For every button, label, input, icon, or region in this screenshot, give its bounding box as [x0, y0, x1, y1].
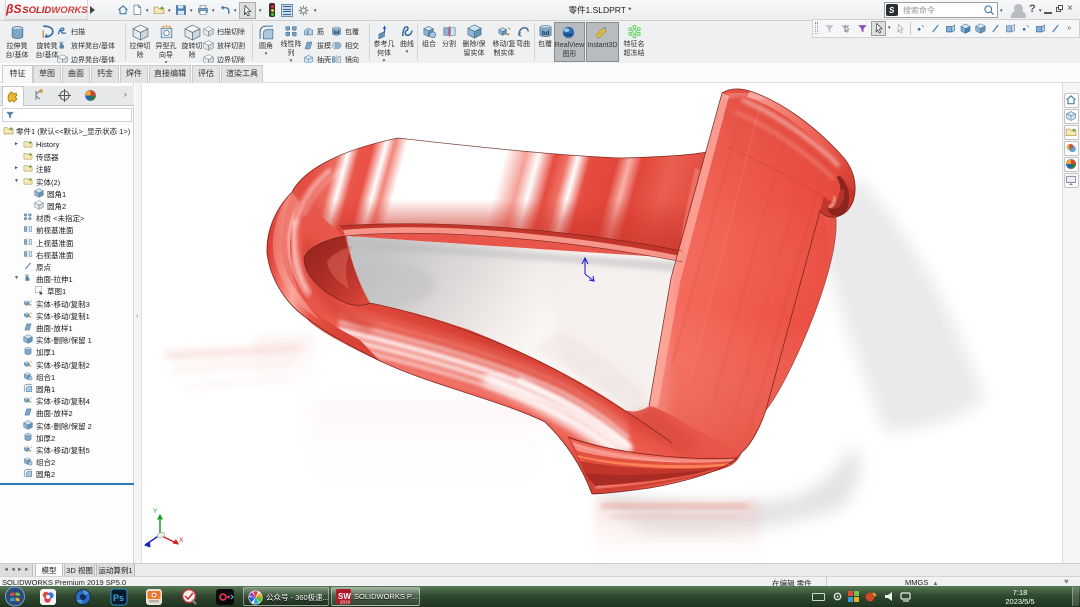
svg-text:Ps: Ps — [113, 593, 124, 603]
svg-text:2019: 2019 — [340, 600, 351, 605]
svg-text:X: X — [179, 537, 184, 544]
svg-text:Y: Y — [153, 508, 158, 515]
